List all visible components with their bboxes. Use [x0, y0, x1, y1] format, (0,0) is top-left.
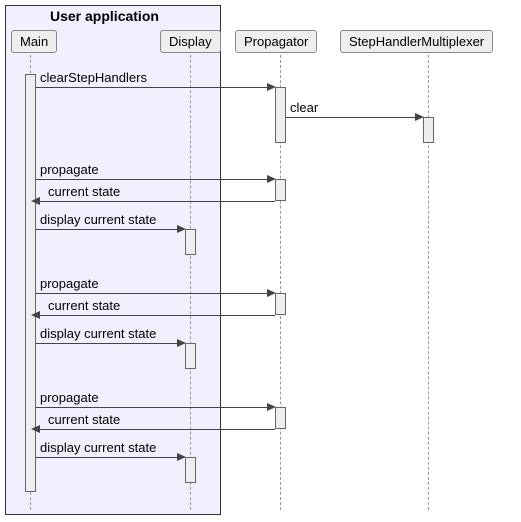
activation-display-1	[185, 229, 196, 255]
msg-propagate-3: propagate	[40, 390, 99, 405]
arrow	[36, 293, 272, 294]
msg-propagate-2: propagate	[40, 276, 99, 291]
participant-multiplexer: StepHandlerMultiplexer	[340, 30, 493, 53]
msg-display-2: display current state	[40, 326, 156, 341]
group-title: User application	[50, 8, 159, 24]
msg-propagate-1: propagate	[40, 162, 99, 177]
msg-display-3: display current state	[40, 440, 156, 455]
msg-clear: clear	[290, 100, 318, 115]
msg-current-state-3: current state	[48, 412, 120, 427]
arrow	[40, 429, 275, 430]
arrow	[286, 117, 420, 118]
msg-current-state-1: current state	[48, 184, 120, 199]
participant-propagator: Propagator	[235, 30, 317, 53]
activation-propagator-4	[275, 407, 286, 429]
activation-display-3	[185, 457, 196, 483]
activation-multiplexer	[423, 117, 434, 143]
arrow	[36, 87, 272, 88]
arrow	[36, 457, 182, 458]
lifeline-display	[190, 55, 191, 510]
arrow-head	[31, 425, 40, 433]
arrow	[40, 315, 275, 316]
arrow	[36, 179, 272, 180]
arrow	[36, 407, 272, 408]
activation-display-2	[185, 343, 196, 369]
activation-propagator-3	[275, 293, 286, 315]
activation-propagator-1	[275, 87, 286, 143]
activation-propagator-2	[275, 179, 286, 201]
participant-display: Display	[160, 30, 221, 53]
arrow-head	[31, 197, 40, 205]
arrow	[36, 343, 182, 344]
sequence-diagram: User application Main Display Propagator…	[0, 0, 521, 522]
msg-display-1: display current state	[40, 212, 156, 227]
arrow	[40, 201, 275, 202]
msg-clear-step-handlers: clearStepHandlers	[40, 70, 147, 85]
arrow	[36, 229, 182, 230]
arrow-head	[31, 311, 40, 319]
msg-current-state-2: current state	[48, 298, 120, 313]
participant-main: Main	[11, 30, 57, 53]
